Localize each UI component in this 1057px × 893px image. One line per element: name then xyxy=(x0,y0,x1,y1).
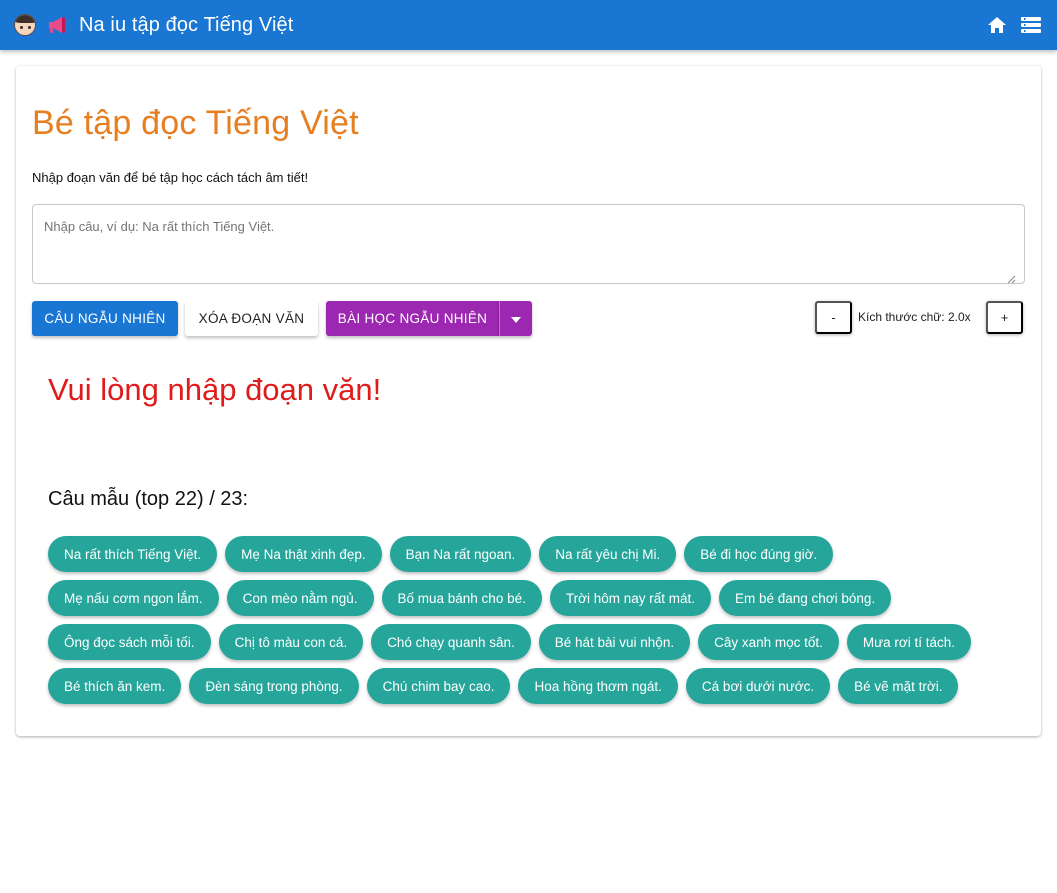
sample-sentence-list: Na rất thích Tiếng Việt. Mẹ Na thật xinh… xyxy=(48,536,1008,704)
sample-sentence-chip[interactable]: Trời hôm nay rất mát. xyxy=(549,580,711,616)
sample-sentence-chip[interactable]: Bố mua bánh cho bé. xyxy=(381,580,542,616)
sample-sentence-chip[interactable]: Cá bơi dưới nước. xyxy=(685,668,831,704)
sample-sentence-chip[interactable]: Mẹ Na thật xinh đẹp. xyxy=(225,536,382,572)
sample-sentence-chip[interactable]: Chú chim bay cao. xyxy=(366,668,511,704)
font-size-label: Kích thước chữ: 2.0x xyxy=(858,310,971,324)
caret-down-icon xyxy=(511,311,521,326)
sample-sentence-chip[interactable]: Bé vẽ mặt trời. xyxy=(838,668,959,704)
font-increase-button[interactable]: + xyxy=(986,301,1023,334)
sample-sentence-chip[interactable]: Mưa rơi tí tách. xyxy=(846,624,972,660)
random-sentence-button[interactable]: Câu ngẫu nhiên xyxy=(32,301,178,336)
sample-sentence-chip[interactable]: Chó chạy quanh sân. xyxy=(371,624,531,660)
sample-sentence-chip[interactable]: Na rất thích Tiếng Việt. xyxy=(48,536,218,572)
sample-sentence-chip[interactable]: Mẹ nấu cơm ngon lắm. xyxy=(48,580,219,616)
main-card: Bé tập đọc Tiếng Việt Nhập đoạn văn để b… xyxy=(16,66,1041,736)
font-decrease-button[interactable]: - xyxy=(815,301,852,334)
empty-input-warning: Vui lòng nhập đoạn văn! xyxy=(48,372,382,407)
sample-sentences-title: Câu mẫu (top 22) / 23: xyxy=(48,488,249,510)
paragraph-input[interactable] xyxy=(32,204,1025,284)
sample-sentence-chip[interactable]: Bé hát bài vui nhộn. xyxy=(538,624,691,660)
app-bar: Na iu tập đọc Tiếng Việt xyxy=(0,0,1057,50)
sample-sentence-chip[interactable]: Bạn Na rất ngoan. xyxy=(389,536,532,572)
sample-sentence-chip[interactable]: Con mèo nằm ngủ. xyxy=(226,580,374,616)
sample-sentence-chip[interactable]: Cây xanh mọc tốt. xyxy=(698,624,839,660)
sample-sentence-chip[interactable]: Bé đi học đúng giờ. xyxy=(684,536,834,572)
sample-sentence-chip[interactable]: Na rất yêu chị Mi. xyxy=(539,536,677,572)
megaphone-icon xyxy=(47,16,67,34)
page-title: Bé tập đọc Tiếng Việt xyxy=(32,104,359,142)
app-title: Na iu tập đọc Tiếng Việt xyxy=(79,13,294,36)
page-subtitle: Nhập đoạn văn để bé tập học cách tách âm… xyxy=(32,170,309,185)
home-icon[interactable] xyxy=(985,13,1009,37)
clear-paragraph-button[interactable]: Xóa đoạn văn xyxy=(185,301,318,336)
resize-grip-icon[interactable] xyxy=(1006,271,1016,284)
girl-face-icon xyxy=(14,14,36,36)
random-lesson-dropdown-button[interactable] xyxy=(499,301,532,336)
menu-list-icon[interactable] xyxy=(1019,13,1043,37)
sample-sentence-chip[interactable]: Em bé đang chơi bóng. xyxy=(718,580,892,616)
sample-sentence-chip[interactable]: Ông đọc sách mỗi tối. xyxy=(48,624,211,660)
sample-sentence-chip[interactable]: Chị tô màu con cá. xyxy=(218,624,364,660)
sample-sentence-chip[interactable]: Đèn sáng trong phòng. xyxy=(189,668,359,704)
sample-sentence-chip[interactable]: Bé thích ăn kem. xyxy=(48,668,182,704)
random-lesson-button[interactable]: Bài học ngẫu nhiên xyxy=(326,301,499,336)
sample-sentence-chip[interactable]: Hoa hồng thơm ngát. xyxy=(518,668,678,704)
